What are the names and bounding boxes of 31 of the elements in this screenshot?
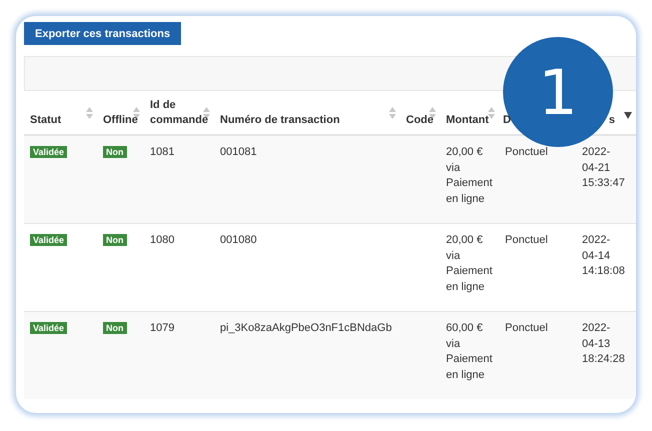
- table-cell: pi_3Ko8zaAkgPbeO3nF1cBNdaGb: [220, 322, 392, 334]
- status-badge: Validée: [30, 322, 68, 334]
- table-cell-text: 20,00 € via Paiement en ligne: [446, 145, 493, 206]
- table-cell: 001081: [220, 146, 257, 158]
- table-cell: 1081: [150, 146, 174, 158]
- table-cell-text: 2022-04-14 14:18:08: [582, 233, 622, 279]
- table-cell: 1079: [150, 322, 174, 334]
- column-header[interactable]: D: [503, 113, 511, 128]
- column-header[interactable]: Statut: [30, 113, 62, 128]
- column-header[interactable]: Offline: [103, 113, 138, 128]
- export-button[interactable]: Exporter ces transactions: [24, 22, 182, 45]
- offline-badge: Non: [103, 322, 126, 334]
- table-cell-text: 2022-04-21 15:33:47: [582, 145, 622, 191]
- column-header[interactable]: Montant: [446, 113, 489, 128]
- table-cell: Ponctuel: [505, 234, 548, 246]
- status-badge: Validée: [30, 146, 68, 158]
- table-cell: Ponctuel: [505, 146, 548, 158]
- offline-badge: Non: [103, 234, 126, 246]
- table-cell-text: 20,00 € via Paiement en ligne: [446, 233, 493, 294]
- sort-descending-icon[interactable]: [624, 112, 632, 119]
- table-cell: Ponctuel: [505, 322, 548, 334]
- column-header[interactable]: s: [608, 113, 615, 128]
- status-badge: Validée: [30, 234, 68, 246]
- column-header[interactable]: Id de commande: [150, 98, 208, 128]
- table-cell-text: 60,00 € via Paiement en ligne: [446, 321, 493, 382]
- table-cell-text: 2022-04-13 18:24:28: [582, 321, 622, 367]
- column-header[interactable]: Numéro de transaction: [220, 113, 340, 128]
- offline-badge: Non: [103, 146, 126, 158]
- table-cell: 001080: [220, 234, 257, 246]
- table-cell: 1080: [150, 234, 174, 246]
- column-header[interactable]: Code: [406, 113, 434, 128]
